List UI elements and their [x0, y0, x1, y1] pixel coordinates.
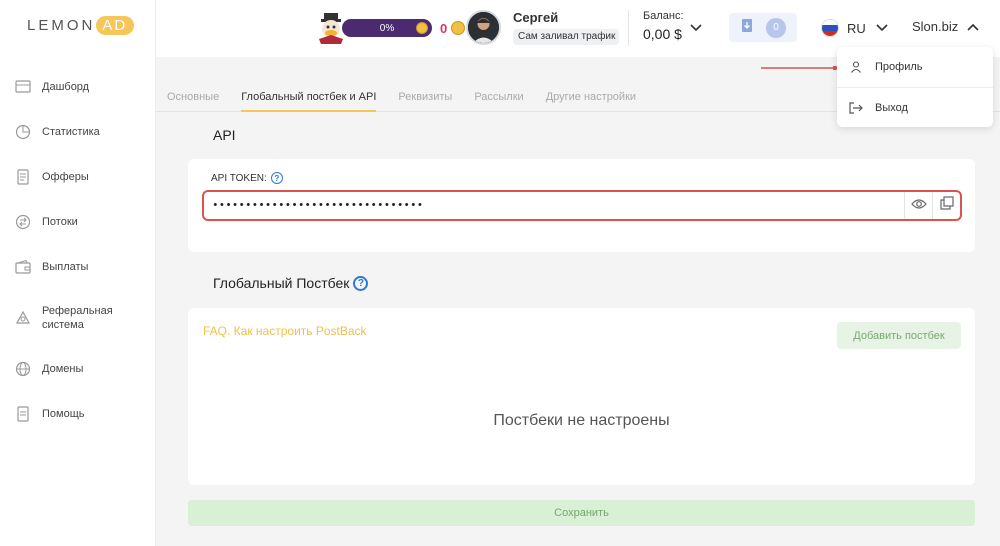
dashboard-icon — [14, 78, 32, 96]
flows-icon — [14, 213, 32, 231]
avatar[interactable] — [466, 10, 501, 45]
header-divider — [628, 10, 629, 46]
api-token-input[interactable] — [204, 193, 904, 218]
coin-icon — [451, 21, 466, 35]
api-token-label: API TOKEN: ? — [211, 172, 283, 184]
user-dropdown-menu: Профиль Выход — [837, 47, 993, 127]
copy-icon — [939, 196, 954, 215]
sidebar-item-domains[interactable]: Домены — [0, 346, 156, 391]
show-token-button[interactable] — [904, 192, 932, 219]
menu-item-logout[interactable]: Выход — [837, 88, 993, 128]
api-token-label-text: API TOKEN: — [211, 172, 267, 184]
user-name: Сергей — [513, 10, 559, 25]
site-name: Slon.biz — [912, 19, 959, 34]
save-button[interactable]: Сохранить — [188, 500, 975, 526]
chevron-up-icon — [966, 22, 980, 32]
sidebar-item-help[interactable]: Помощь — [0, 391, 156, 436]
user-status: Сам заливал трафик — [513, 29, 619, 45]
tab-postback-api[interactable]: Глобальный постбек и API — [241, 84, 377, 112]
eye-icon — [910, 197, 927, 215]
tab-main[interactable]: Основные — [167, 84, 219, 112]
tab-other-settings[interactable]: Другие настройки — [546, 84, 636, 112]
referral-icon — [14, 309, 32, 327]
statistics-icon — [14, 123, 32, 141]
site-menu[interactable]: Slon.biz — [912, 19, 980, 34]
sidebar-item-label: Потоки — [42, 215, 78, 228]
sidebar-item-label: Офферы — [42, 170, 89, 183]
notifications-badge: 0 — [766, 17, 786, 38]
download-doc-icon — [741, 18, 753, 38]
sidebar-item-label: Помощь — [42, 407, 85, 420]
sidebar: LEMON AD Дашборд Статистика Офферы Потоки… — [0, 0, 156, 546]
faq-postback-link[interactable]: FAQ. Как настроить PostBack — [203, 324, 367, 338]
logout-icon — [849, 102, 863, 114]
postback-card: FAQ. Как настроить PostBack Добавить пос… — [188, 308, 975, 485]
logo[interactable]: LEMON AD — [27, 16, 135, 35]
sidebar-item-flows[interactable]: Потоки — [0, 199, 156, 244]
api-section-title: API — [213, 127, 236, 143]
sidebar-item-label: Статистика — [42, 125, 100, 138]
user-icon — [849, 61, 863, 73]
sidebar-item-label: Дашборд — [42, 80, 90, 93]
coin-icon — [416, 22, 428, 34]
tab-requisites[interactable]: Реквизиты — [398, 84, 452, 112]
logo-main: LEMON — [27, 17, 96, 34]
help-icon[interactable]: ? — [270, 172, 283, 184]
sidebar-item-statistics[interactable]: Статистика — [0, 109, 156, 154]
game-progress-text: 0% — [379, 22, 395, 34]
game-widget[interactable]: 0% 0 — [316, 11, 466, 45]
menu-item-label: Профиль — [875, 61, 923, 73]
menu-item-profile[interactable]: Профиль — [837, 47, 993, 87]
globe-icon — [14, 360, 32, 378]
tab-mailings[interactable]: Рассылки — [474, 84, 523, 112]
empty-state-text: Постбеки не настроены — [493, 412, 670, 429]
api-token-field — [202, 190, 962, 221]
sidebar-item-offers[interactable]: Офферы — [0, 154, 156, 199]
sidebar-item-label: Реферальная система — [42, 304, 113, 331]
sidebar-item-label: Выплаты — [42, 260, 89, 273]
sidebar-item-referral[interactable]: Реферальная система — [0, 289, 156, 346]
offers-icon — [14, 168, 32, 186]
chevron-down-icon — [875, 23, 889, 33]
help-doc-icon — [14, 405, 32, 423]
balance-label: Баланс: — [643, 10, 684, 22]
game-coin-count: 0 — [440, 20, 448, 36]
language-selector[interactable]: RU — [821, 19, 889, 37]
postback-title-text: Глобальный Постбек — [213, 275, 350, 291]
help-icon[interactable]: ? — [353, 275, 369, 291]
logo-accent: AD — [96, 16, 135, 35]
wallet-icon — [14, 258, 32, 276]
notifications-button[interactable]: 0 — [729, 13, 797, 42]
add-postback-button[interactable]: Добавить постбек — [837, 322, 961, 349]
language-code: RU — [847, 20, 866, 36]
game-progress-bar: 0% — [342, 19, 432, 37]
menu-item-label: Выход — [875, 102, 908, 114]
copy-token-button[interactable] — [932, 192, 960, 219]
sidebar-nav: Дашборд Статистика Офферы Потоки Выплаты… — [0, 64, 156, 436]
balance-value: 0,00 $ — [643, 26, 682, 42]
sidebar-item-label: Домены — [42, 362, 84, 375]
annotation-arrow — [761, 66, 841, 70]
sidebar-item-dashboard[interactable]: Дашборд — [0, 64, 156, 109]
postback-section-title: Глобальный Постбек ? — [213, 275, 369, 291]
chevron-down-icon[interactable] — [689, 20, 703, 38]
russia-flag-icon — [821, 19, 839, 37]
api-card: API TOKEN: ? — [188, 159, 975, 252]
sidebar-item-payouts[interactable]: Выплаты — [0, 244, 156, 289]
